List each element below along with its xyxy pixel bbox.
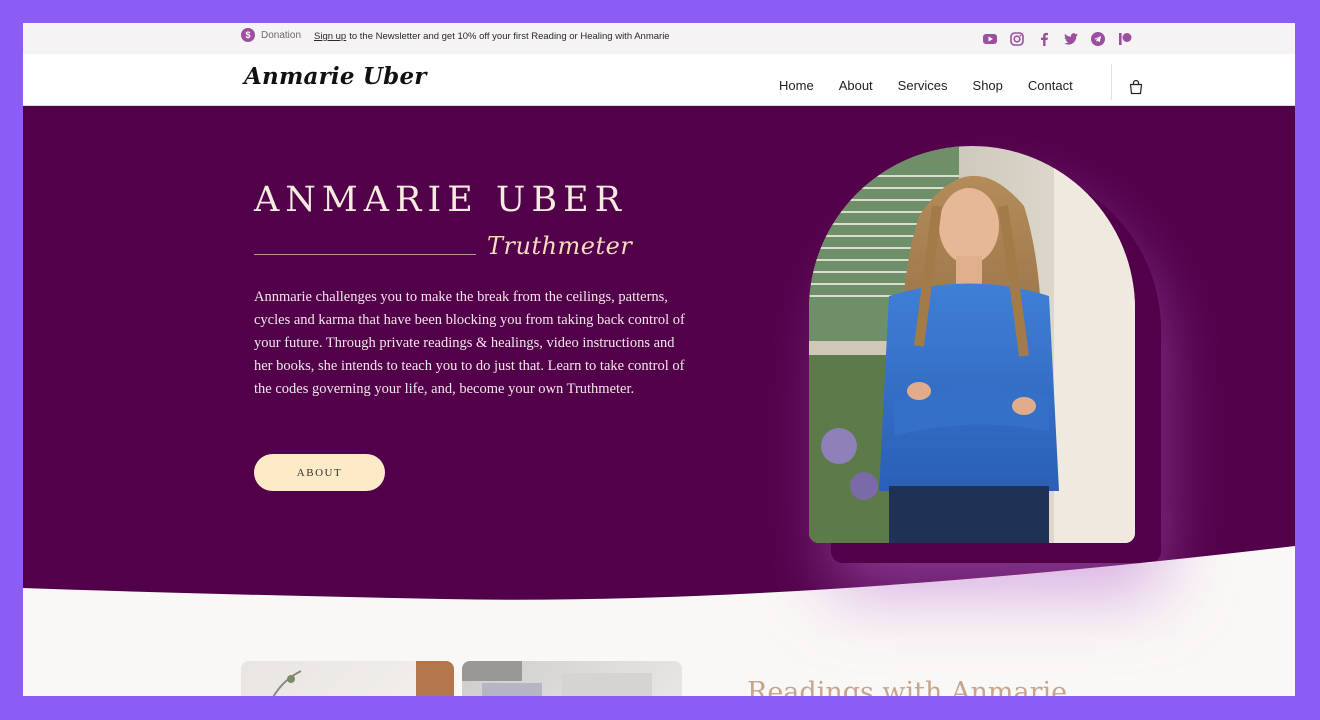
hero-divider: [254, 254, 476, 255]
service-card-image-1[interactable]: [241, 661, 454, 696]
nav-home[interactable]: Home: [779, 78, 814, 93]
dollar-coin-icon: $: [241, 28, 255, 42]
nav-services[interactable]: Services: [898, 78, 948, 93]
hero-subtitle: Truthmeter: [487, 232, 633, 260]
social-links: [981, 30, 1133, 47]
newsletter-promo: Sign up to the Newsletter and get 10% off…: [314, 31, 670, 42]
facebook-icon[interactable]: [1035, 30, 1052, 47]
twitter-icon[interactable]: [1062, 30, 1079, 47]
nav-about[interactable]: About: [839, 78, 873, 93]
readings-heading: Readings with Anmarie: [747, 677, 1068, 696]
hero-section: ANMARIE UBER Truthmeter Annmarie challen…: [23, 106, 1295, 616]
site-header: Anmarie Uber Home About Services Shop Co…: [23, 54, 1295, 106]
nav-shop[interactable]: Shop: [973, 78, 1003, 93]
shopping-bag-icon[interactable]: [1128, 79, 1144, 100]
hero-title: ANMARIE UBER: [254, 180, 627, 220]
nav-divider: [1111, 64, 1112, 100]
patreon-icon[interactable]: [1116, 30, 1133, 47]
service-card-image-2[interactable]: [462, 661, 682, 696]
main-nav: Home About Services Shop Contact: [779, 78, 1073, 93]
browser-viewport: $ Donation Sign up to the Newsletter and …: [23, 23, 1295, 696]
announcement-bar: $ Donation Sign up to the Newsletter and …: [23, 23, 1295, 54]
hero-description: Annmarie challenges you to make the brea…: [254, 289, 685, 397]
telegram-icon[interactable]: [1089, 30, 1106, 47]
instagram-icon[interactable]: [1008, 30, 1025, 47]
signup-link[interactable]: Sign up: [314, 31, 346, 42]
donation-link[interactable]: $ Donation: [241, 28, 301, 42]
portrait-photo: [809, 146, 1135, 543]
youtube-icon[interactable]: [981, 30, 998, 47]
site-logo[interactable]: Anmarie Uber: [244, 63, 427, 90]
donation-label: Donation: [261, 29, 302, 41]
about-button[interactable]: ABOUT: [254, 454, 385, 491]
promo-text: to the Newsletter and get 10% off your f…: [349, 31, 670, 42]
nav-contact[interactable]: Contact: [1028, 78, 1073, 93]
